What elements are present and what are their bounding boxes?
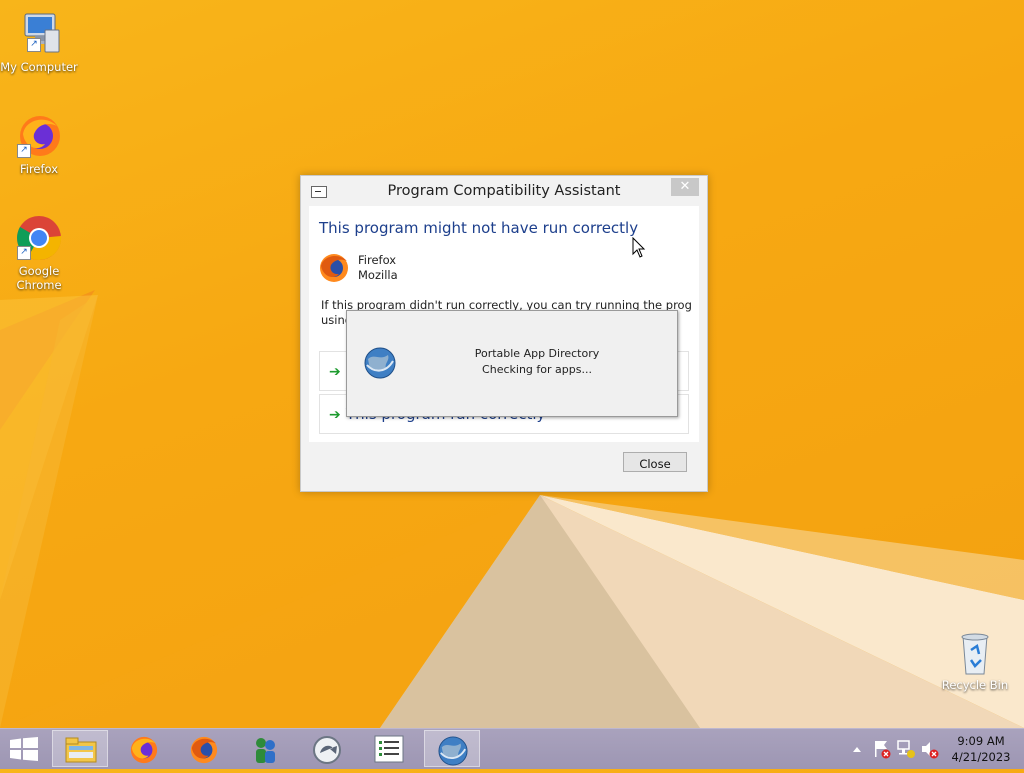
taskbar-users-app[interactable] <box>238 730 294 767</box>
app-name: Firefox <box>358 253 397 267</box>
users-icon <box>256 738 275 763</box>
dialog-title: Program Compatibility Assistant <box>387 183 621 199</box>
network-icon <box>897 740 915 758</box>
desktop-icon-google-chrome[interactable]: ↗ Google Chrome <box>0 214 78 292</box>
arrow-circle-icon <box>313 736 341 764</box>
taskbar-file-explorer[interactable] <box>52 730 108 767</box>
dialog-heading: This program might not have run correctl… <box>319 219 639 237</box>
close-button[interactable]: Close <box>623 452 687 472</box>
close-icon[interactable]: ✕ <box>671 178 699 196</box>
desktop-icon-my-computer[interactable]: ↗ My Computer <box>0 10 78 74</box>
taskbar: 9:09 AM 4/21/2023 <box>0 728 1024 769</box>
start-icon <box>10 737 38 761</box>
list-icon <box>374 735 404 763</box>
green-arrow-icon: ➔ <box>329 364 341 380</box>
action-center-tray[interactable] <box>872 729 892 769</box>
desktop-icon-firefox[interactable]: ↗ Firefox <box>0 112 78 176</box>
desktop-icon-label: Recycle Bin <box>941 678 1009 692</box>
splash-title: Portable App Directory <box>474 347 600 360</box>
splash-status: Checking for apps... <box>482 363 592 376</box>
show-hidden-icons[interactable] <box>850 729 864 769</box>
clock-date: 4/21/2023 <box>951 750 1011 764</box>
chevron-up-icon <box>853 747 861 752</box>
desktop-icon-label: Google Chrome <box>16 264 62 292</box>
firefox-icon <box>320 254 348 282</box>
dialog-titlebar[interactable]: Program Compatibility Assistant ✕ <box>301 176 707 206</box>
file-explorer-icon <box>65 737 97 763</box>
desktop-icon-label: My Computer <box>0 60 78 74</box>
flag-error-icon <box>875 741 891 759</box>
volume-muted-icon <box>922 742 939 759</box>
clock-time: 9:09 AM <box>957 734 1005 748</box>
taskbar-firefox[interactable] <box>116 730 172 767</box>
app-info: Firefox Mozilla <box>358 253 398 283</box>
green-arrow-icon: ➔ <box>329 407 341 423</box>
network-tray[interactable] <box>896 729 916 769</box>
app-publisher: Mozilla <box>358 268 398 282</box>
taskbar-firefox-legacy[interactable] <box>176 730 232 767</box>
globe-icon <box>438 736 468 766</box>
start-button[interactable] <box>0 730 48 767</box>
firefox-icon <box>130 736 158 764</box>
recycle-bin-icon <box>961 633 989 675</box>
system-clock[interactable]: 9:09 AM 4/21/2023 <box>950 733 1012 765</box>
firefox-icon <box>190 736 218 764</box>
mouse-cursor-icon <box>632 237 646 258</box>
taskbar-portable-app-directory[interactable] <box>424 730 480 767</box>
desktop-icon-recycle-bin[interactable]: Recycle Bin <box>936 632 1014 692</box>
volume-tray[interactable] <box>920 729 940 769</box>
taskbar-arrow-app[interactable] <box>300 730 356 767</box>
globe-icon <box>364 347 396 379</box>
taskbar-list-app[interactable] <box>362 730 418 767</box>
portable-app-splash: Portable App Directory Checking for apps… <box>346 310 678 417</box>
desktop-icon-label: Firefox <box>19 162 59 176</box>
